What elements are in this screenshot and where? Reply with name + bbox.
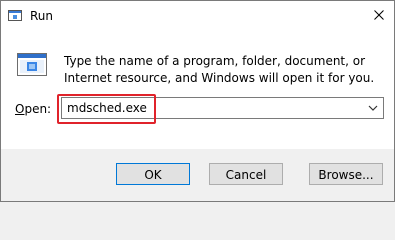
ok-button[interactable]: OK [116,163,190,185]
button-bar: OK Cancel Browse... [1,149,394,201]
open-combobox[interactable]: mdsched.exe [61,97,384,119]
close-icon [374,10,384,20]
open-label: Open: [15,102,51,116]
title-bar[interactable]: Run [1,1,394,31]
browse-button[interactable]: Browse... [309,163,383,185]
run-dialog: Run Type the name of a program, folder, … [0,0,395,202]
dialog-description: Type the name of a program, folder, docu… [64,54,375,85]
window-title: Run [30,9,54,23]
chevron-down-icon[interactable] [366,101,380,115]
dialog-body: Type the name of a program, folder, docu… [1,31,394,149]
close-button[interactable] [367,3,391,27]
open-label-text: pen: [24,102,52,116]
run-app-icon [16,49,48,81]
cancel-button[interactable]: Cancel [209,163,283,185]
open-input[interactable]: mdsched.exe [67,101,147,115]
run-program-icon [8,9,22,23]
